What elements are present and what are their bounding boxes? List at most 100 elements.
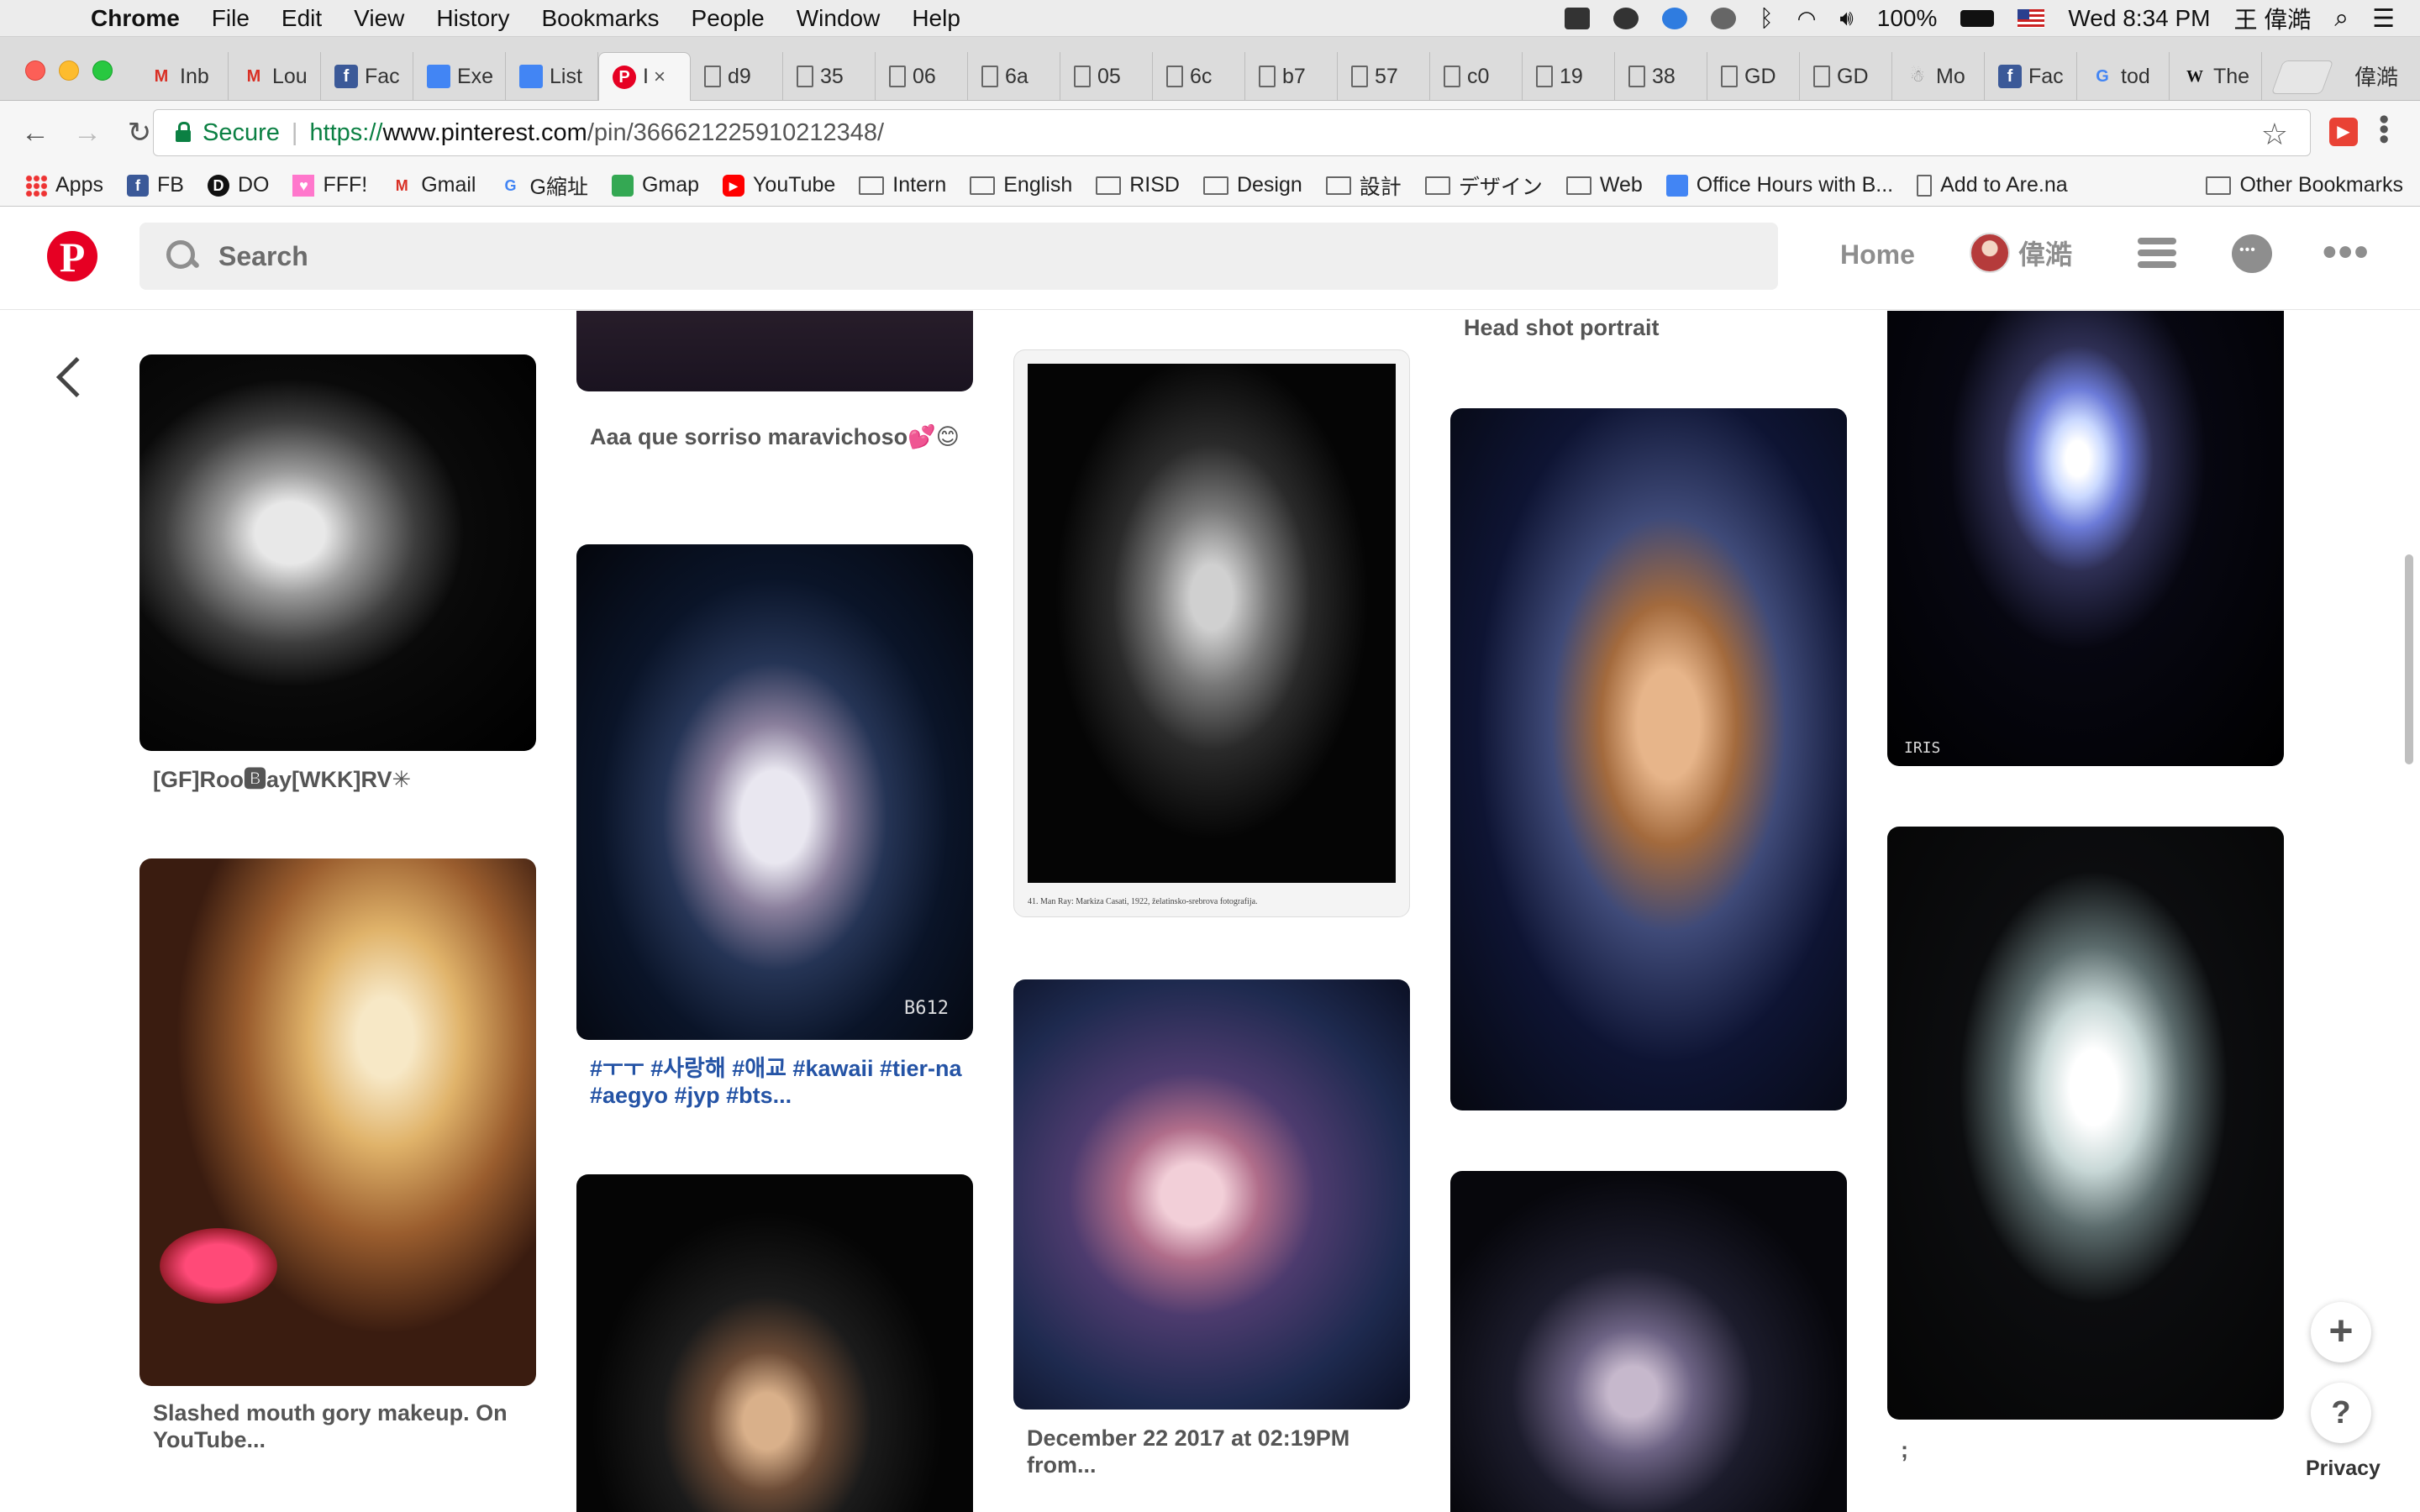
- messages-icon[interactable]: [2232, 234, 2272, 273]
- search-input[interactable]: [218, 240, 1731, 272]
- pin-image[interactable]: B612: [576, 544, 973, 1040]
- browser-tab[interactable]: ☃ Mo: [1892, 52, 1985, 101]
- browser-tab[interactable]: f Fac: [1985, 52, 2077, 101]
- browser-tab[interactable]: b7: [1245, 52, 1338, 101]
- pin-title[interactable]: ;: [1901, 1436, 2287, 1463]
- sync-icon[interactable]: [1661, 8, 1687, 29]
- browser-tab[interactable]: c0: [1430, 52, 1523, 101]
- minimize-window-button[interactable]: [59, 60, 79, 81]
- browser-tab[interactable]: 6a: [968, 52, 1060, 101]
- bluetooth-icon[interactable]: ᛒ: [1760, 5, 1774, 32]
- pin-image[interactable]: [576, 1174, 973, 1512]
- bookmark-item[interactable]: ▶ YouTube: [723, 173, 835, 197]
- bookmark-star-icon[interactable]: ☆: [2261, 117, 2288, 152]
- browser-tab[interactable]: Exe: [413, 52, 506, 101]
- browser-tab[interactable]: M Inb: [136, 52, 229, 101]
- menu-app[interactable]: Chrome: [91, 5, 180, 32]
- menu-help[interactable]: Help: [912, 5, 960, 32]
- browser-tab[interactable]: f Fac: [321, 52, 413, 101]
- dropbox-icon[interactable]: [1564, 8, 1590, 29]
- creative-cloud-icon[interactable]: [1612, 8, 1639, 29]
- bookmark-item[interactable]: English: [970, 173, 1072, 197]
- pin-title[interactable]: Slashed mouth gory makeup. On YouTube...: [153, 1399, 539, 1453]
- browser-tab[interactable]: 38: [1615, 52, 1707, 101]
- browser-tab[interactable]: 35: [783, 52, 876, 101]
- back-button[interactable]: ←: [18, 117, 52, 150]
- menu-file[interactable]: File: [212, 5, 250, 32]
- pin-image[interactable]: [1887, 827, 2284, 1420]
- bookmark-item[interactable]: M Gmail: [391, 173, 476, 197]
- pin-title[interactable]: [GF]Roo🅱ay[WKK]RV✳: [153, 766, 539, 793]
- menu-edit[interactable]: Edit: [281, 5, 322, 32]
- search-box[interactable]: [139, 223, 1778, 290]
- back-arrow-icon[interactable]: [55, 356, 97, 398]
- browser-tab[interactable]: GD: [1800, 52, 1892, 101]
- forward-button[interactable]: →: [71, 117, 104, 150]
- browser-tab[interactable]: 19: [1523, 52, 1615, 101]
- bookmark-item[interactable]: Intern: [859, 173, 946, 197]
- bookmark-item[interactable]: ♥ FFF!: [292, 173, 367, 197]
- browser-tab[interactable]: d9: [691, 52, 783, 101]
- add-pin-button[interactable]: +: [2311, 1302, 2371, 1362]
- bookmark-item[interactable]: Office Hours with B...: [1665, 173, 1893, 197]
- pin-image[interactable]: [1013, 979, 1410, 1410]
- browser-tab[interactable]: M Lou: [229, 52, 321, 101]
- pin-image[interactable]: [139, 354, 536, 751]
- menubar-user[interactable]: 王 偉澔: [2234, 2, 2312, 35]
- new-tab-button[interactable]: [2270, 60, 2334, 94]
- bookmark-item[interactable]: D DO: [207, 173, 269, 197]
- pin-title[interactable]: Aaa que sorriso maravichoso💕😊: [590, 423, 976, 450]
- bookmark-item[interactable]: f FB: [126, 173, 184, 197]
- input-source-flag-icon[interactable]: [2018, 9, 2045, 28]
- pin-image[interactable]: [576, 311, 973, 391]
- browser-tab[interactable]: 05: [1060, 52, 1153, 101]
- pin-image[interactable]: 41. Man Ray: Markiza Casati, 1922, želat…: [1013, 349, 1410, 917]
- menu-bookmarks[interactable]: Bookmarks: [541, 5, 659, 32]
- address-bar[interactable]: Secure | https://www.pinterest.com/pin/3…: [153, 109, 2311, 156]
- browser-tab[interactable]: GD: [1707, 52, 1800, 101]
- menubar-clock[interactable]: Wed 8:34 PM: [2068, 5, 2210, 32]
- close-tab-icon[interactable]: ×: [654, 66, 666, 89]
- help-button[interactable]: ?: [2311, 1383, 2371, 1443]
- browser-tab[interactable]: 57: [1338, 52, 1430, 101]
- page-scrollbar[interactable]: [2405, 554, 2413, 764]
- menu-people[interactable]: People: [692, 5, 765, 32]
- menu-history[interactable]: History: [436, 5, 509, 32]
- menu-view[interactable]: View: [354, 5, 404, 32]
- bookmark-item[interactable]: G G縮址: [500, 171, 587, 201]
- bookmark-item[interactable]: Apps: [25, 173, 103, 197]
- pin-image[interactable]: [139, 858, 536, 1386]
- home-link[interactable]: Home: [1840, 239, 1915, 270]
- battery-icon[interactable]: [1960, 10, 1995, 27]
- browser-tab[interactable]: 06: [876, 52, 968, 101]
- pin-image[interactable]: IRIS: [1887, 311, 2284, 766]
- pinterest-logo-icon[interactable]: P: [47, 231, 97, 281]
- other-bookmarks[interactable]: Other Bookmarks: [2206, 173, 2403, 197]
- reload-button[interactable]: ↻: [123, 116, 156, 150]
- bookmark-item[interactable]: Design: [1202, 173, 1302, 197]
- notification-center-icon[interactable]: ☰: [2372, 4, 2395, 34]
- profile-link[interactable]: 偉澔: [1970, 233, 2072, 273]
- profile-name[interactable]: 偉澔: [2354, 60, 2398, 92]
- pin-image[interactable]: [1450, 408, 1847, 1110]
- pin-title[interactable]: #ㅜㅜ #사랑해 #애교 #kawaii #tier-na #aegyo #jy…: [590, 1055, 976, 1109]
- spotlight-icon[interactable]: ⌕: [2334, 4, 2349, 33]
- bookmark-item[interactable]: 設計: [1325, 171, 1402, 201]
- volume-icon[interactable]: 🔊︎: [1839, 5, 1853, 32]
- bookmark-item[interactable]: RISD: [1096, 173, 1180, 197]
- privacy-link[interactable]: Privacy: [2306, 1457, 2381, 1481]
- bookmark-item[interactable]: デザイン: [1424, 171, 1543, 201]
- close-window-button[interactable]: [25, 60, 45, 81]
- browser-tab[interactable]: 6c: [1153, 52, 1245, 101]
- bookmark-item[interactable]: Add to Are.na: [1917, 173, 2068, 197]
- more-options-icon[interactable]: •••: [2323, 229, 2370, 276]
- zoom-window-button[interactable]: [92, 60, 113, 81]
- bookmark-item[interactable]: Gmap: [611, 173, 699, 197]
- pin-title[interactable]: December 22 2017 at 02:19PM from...: [1027, 1425, 1413, 1478]
- browser-tab[interactable]: P I ×: [598, 52, 691, 101]
- wifi-icon[interactable]: ◠: [1797, 6, 1817, 32]
- pin-title[interactable]: Head shot portrait: [1464, 314, 1850, 341]
- menu-window[interactable]: Window: [797, 5, 881, 32]
- pin-image[interactable]: [1450, 1171, 1847, 1512]
- chrome-menu-icon[interactable]: •••: [2367, 114, 2400, 144]
